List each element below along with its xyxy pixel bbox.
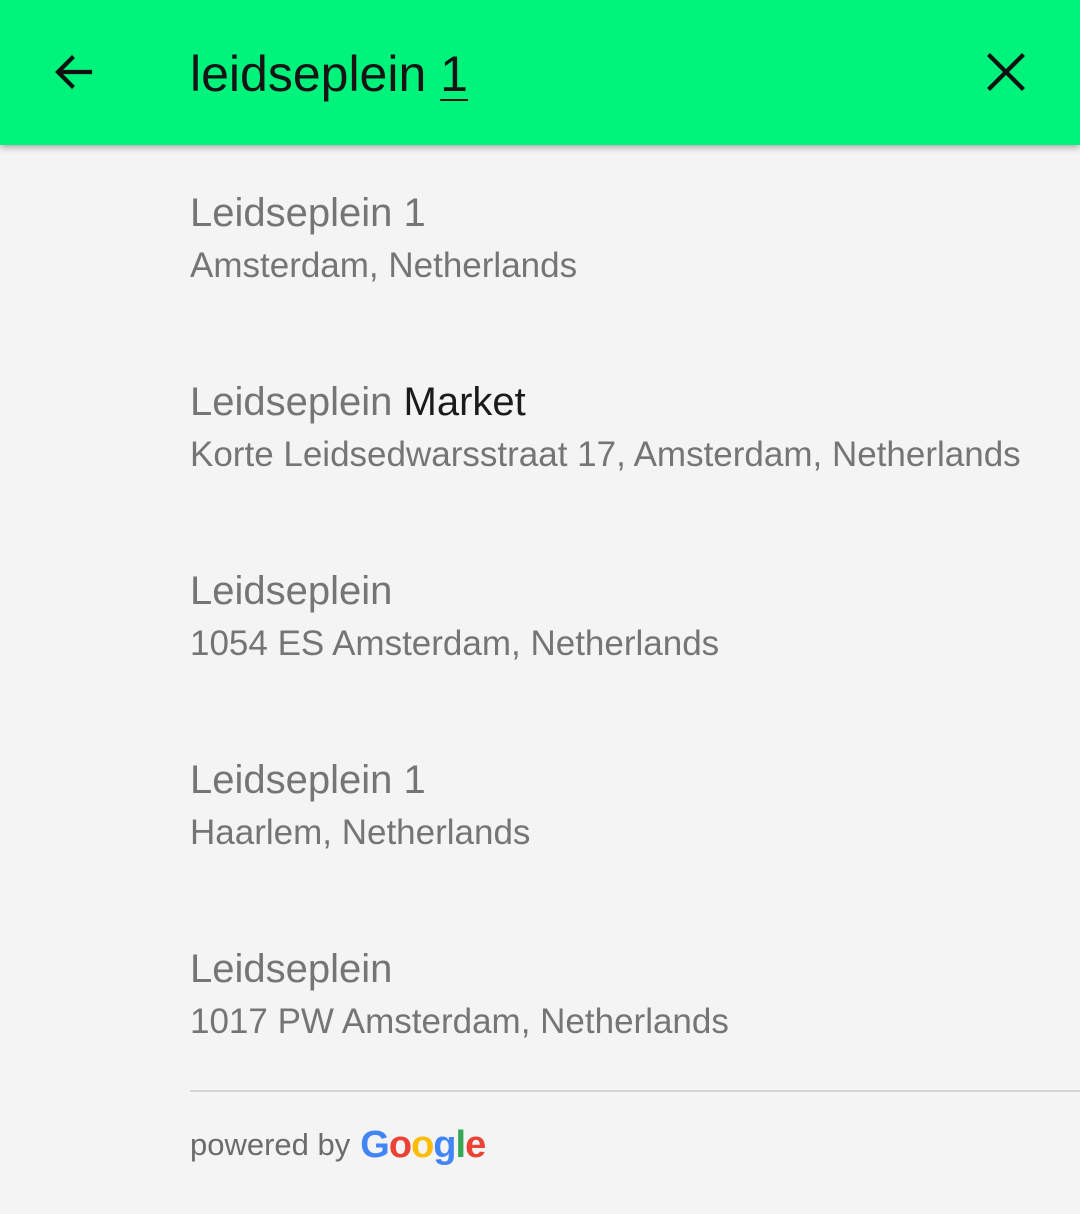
suggestion-title-match: Leidseplein 1 <box>190 191 426 235</box>
google-logo-letter: o <box>388 1123 412 1166</box>
powered-by-label: powered by <box>190 1127 351 1162</box>
clear-button[interactable] <box>972 38 1040 106</box>
suggestion-address: Haarlem, Netherlands <box>190 813 531 852</box>
suggestion-item[interactable]: Leidseplein 1017 PW Amsterdam, Netherlan… <box>0 901 1080 1090</box>
google-logo-letter: g <box>433 1123 456 1166</box>
google-logo-letter: o <box>411 1123 434 1166</box>
suggestion-item[interactable]: Leidseplein 1054 ES Amsterdam, Netherlan… <box>0 523 1080 712</box>
google-logo-letter: e <box>465 1123 486 1166</box>
google-logo-letter: l <box>455 1123 467 1166</box>
suggestion-title-rest: Market <box>392 380 526 424</box>
back-button[interactable] <box>40 38 108 106</box>
close-icon <box>987 53 1025 91</box>
suggestion-title: Leidseplein <box>190 945 392 993</box>
suggestion-title-match: Leidseplein 1 <box>190 758 426 802</box>
suggestion-item[interactable]: Leidseplein Market Korte Leidsedwarsstra… <box>0 334 1080 523</box>
suggestion-title-match: Leidseplein <box>190 569 393 613</box>
suggestion-title: Leidseplein 1 <box>190 189 426 237</box>
suggestion-address: 1054 ES Amsterdam, Netherlands <box>190 624 720 663</box>
arrow-back-icon <box>55 55 93 89</box>
search-query-composing: 1 <box>440 46 468 102</box>
search-toolbar: leidseplein 1 <box>0 0 1080 145</box>
footer-divider <box>190 1090 1080 1092</box>
suggestion-address: Amsterdam, Netherlands <box>190 246 578 285</box>
suggestion-title-match: Leidseplein <box>190 947 393 991</box>
suggestion-item[interactable]: Leidseplein 1 Amsterdam, Netherlands <box>0 145 1080 334</box>
search-query-text: leidseplein <box>190 46 441 102</box>
suggestion-title-match: Leidseplein <box>190 380 393 424</box>
suggestion-item[interactable]: Leidseplein 1 Haarlem, Netherlands <box>0 712 1080 901</box>
google-logo-letter: G <box>360 1123 390 1166</box>
powered-by-google: powered by Google <box>190 1120 486 1170</box>
search-input[interactable]: leidseplein 1 <box>190 36 930 112</box>
suggestion-title: Leidseplein 1 <box>190 756 426 804</box>
suggestion-address: 1017 PW Amsterdam, Netherlands <box>190 1002 729 1041</box>
suggestion-address: Korte Leidsedwarsstraat 17, Amsterdam, N… <box>190 435 1021 474</box>
suggestion-title: Leidseplein Market <box>190 378 526 426</box>
suggestion-title: Leidseplein <box>190 567 392 615</box>
google-logo: Google <box>360 1123 486 1167</box>
